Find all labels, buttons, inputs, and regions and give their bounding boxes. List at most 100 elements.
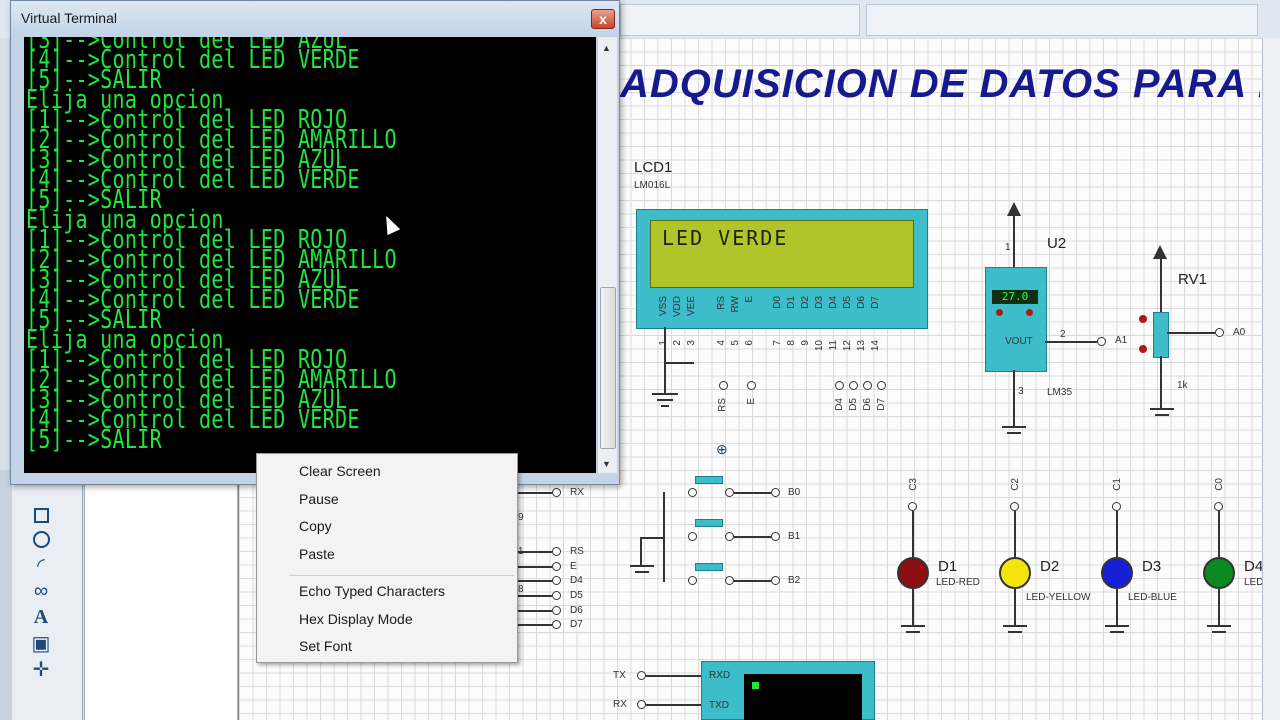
ground-symbol-icon [1155,414,1169,416]
net-label-a1: A1 [1115,335,1128,346]
net-terminal[interactable] [771,488,780,497]
net-terminal[interactable] [552,488,561,497]
net-terminal[interactable] [835,381,844,390]
virtual-terminal-window[interactable]: Virtual Terminal x [3]-->Control del LED… [10,0,620,485]
ground-symbol-icon [1207,625,1231,627]
lcd-pin-name: D2 [800,296,811,309]
button-terminal [688,488,697,497]
ground-symbol-icon [1105,625,1129,627]
net-terminal[interactable] [637,671,646,680]
net-terminal[interactable] [552,576,561,585]
led-green[interactable] [1203,557,1235,589]
net-terminal[interactable] [747,381,756,390]
menu-item-copy[interactable]: Copy [299,518,332,534]
lcd-pin-name: D5 [842,296,853,309]
wire [646,704,701,706]
led-yellow[interactable] [999,557,1031,589]
lm35-sensor[interactable] [985,267,1047,372]
scroll-up-icon[interactable]: ▲ [597,41,616,55]
net-terminal[interactable] [849,381,858,390]
net-terminal[interactable] [1010,502,1019,511]
led-ref: D2 [1040,558,1060,575]
ground-symbol-icon [630,565,654,567]
lcd-pin-name: D4 [828,296,839,309]
led-d4-group: C0 D4 LED [1196,478,1262,638]
wire [1045,341,1097,343]
ground-symbol-icon [1212,631,1226,633]
terminal-output[interactable]: [3]-->Control del LED AZUL [4]-->Control… [24,37,596,473]
net-terminal[interactable] [552,591,561,600]
net-terminal[interactable] [771,532,780,541]
net-terminal[interactable] [908,502,917,511]
net-terminal[interactable] [552,620,561,629]
net-terminal[interactable] [877,381,886,390]
menu-item-pause[interactable]: Pause [299,491,339,507]
push-button-b1[interactable] [695,519,723,527]
led-red[interactable] [897,557,929,589]
net-terminal[interactable] [863,381,872,390]
lcd-pin-name: D6 [856,296,867,309]
terminal-preview-screen [744,674,862,720]
wire [1116,589,1118,625]
sensor-pin-top: 1 [1005,242,1011,253]
context-menu: Clear Screen Pause Copy Paste Echo Typed… [256,453,518,663]
temperature-readout: 27.0 [992,290,1038,304]
led-net-label: C3 [908,478,919,491]
pot-decrease-button[interactable] [1139,345,1147,353]
potentiometer[interactable] [1153,312,1169,358]
led-blue[interactable] [1101,557,1133,589]
push-button-b2[interactable] [695,563,723,571]
wire [1218,589,1220,625]
net-label: D6 [570,605,583,616]
canvas-scrollbar[interactable] [1262,38,1280,720]
lcd-pin-name: RW [730,296,741,313]
wire [912,511,914,557]
lcd-part: LM016L [634,180,671,191]
menu-item-echo-typed-characters[interactable]: Echo Typed Characters [299,583,445,599]
symbol-tool-icon[interactable]: ▣ [30,632,52,655]
wire [1013,370,1015,426]
box-tool-icon[interactable] [30,504,52,526]
marker-tool-icon[interactable]: ✛ [30,658,52,681]
text-tool-icon[interactable]: A [30,606,52,628]
path-tool-icon[interactable]: ∞ [30,580,52,602]
close-button[interactable]: x [591,9,615,29]
net-terminal[interactable] [719,381,728,390]
lcd-pin-number: 2 [672,340,683,346]
net-terminal[interactable] [552,547,561,556]
net-terminal[interactable] [1214,502,1223,511]
net-terminal[interactable] [637,700,646,709]
scroll-thumb[interactable] [600,287,616,449]
menu-item-set-font[interactable]: Set Font [299,638,352,654]
increase-temp-button[interactable] [1026,309,1033,316]
rxd-pin-label: RXD [709,670,731,681]
decrease-temp-button[interactable] [996,309,1003,316]
scroll-down-icon[interactable]: ▼ [597,457,616,471]
net-terminal[interactable] [552,562,561,571]
window-title: Virtual Terminal [21,10,117,26]
lcd-pin-names: VSS VDD VEE RS RW E D0 D1 D2 D3 D4 D5 D6… [654,296,894,326]
ground-symbol-icon [1110,631,1124,633]
net-terminal[interactable] [552,606,561,615]
wire [1116,511,1118,557]
ground-symbol-icon [906,631,920,633]
menu-item-paste[interactable]: Paste [299,546,335,562]
push-button-b0[interactable] [695,476,723,484]
lcd-pin-number: 8 [786,340,797,346]
serial-rx-label: RX [613,699,627,710]
wire [518,610,552,612]
net-terminal[interactable] [1097,337,1106,346]
menu-item-hex-display-mode[interactable]: Hex Display Mode [299,611,413,627]
net-terminal[interactable] [1112,502,1121,511]
lcd-pin-name: VEE [686,296,697,317]
menu-item-clear-screen[interactable]: Clear Screen [299,463,381,479]
lcd-pin-name: D7 [870,296,881,309]
pot-increase-button[interactable] [1139,315,1147,323]
net-label-a0: A0 [1233,327,1246,338]
sensor-pin-bottom: 3 [1018,386,1024,397]
net-label: D7 [570,619,583,630]
net-terminal[interactable] [1215,328,1224,337]
circle-tool-icon[interactable] [30,528,52,550]
net-terminal[interactable] [771,576,780,585]
arc-tool-icon[interactable]: ◜ [30,554,52,577]
